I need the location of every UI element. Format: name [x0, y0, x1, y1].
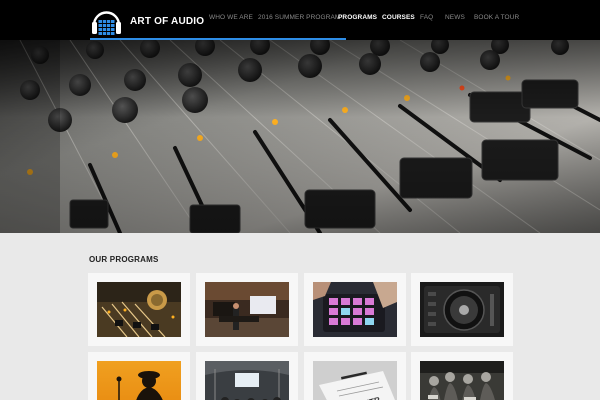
nav-courses[interactable]: COURSES — [382, 14, 415, 21]
program-card-studio[interactable] — [196, 273, 298, 346]
nav-faq[interactable]: FAQ — [420, 14, 433, 21]
nav-book-a-tour[interactable]: BOOK A TOUR — [474, 14, 519, 21]
logo[interactable]: ART OF AUDIO — [90, 3, 204, 40]
drum-pad-controller-photo-icon — [313, 282, 397, 337]
dj-turntable-photo-icon — [420, 282, 504, 337]
mixing-console-photo-icon — [97, 282, 181, 337]
program-card-performance[interactable] — [411, 352, 513, 400]
program-card-mixing[interactable] — [88, 273, 190, 346]
site-header: ART OF AUDIO WHO WE ARE 2016 SUMMER PROG… — [0, 0, 600, 40]
program-card-live-sound[interactable] — [196, 352, 298, 400]
live-venue-photo-icon — [205, 361, 289, 400]
contract-document-photo-icon: CONTR — [313, 361, 397, 400]
section-title-our-programs: OUR PROGRAMS — [89, 255, 159, 264]
band-crowd-photo-icon — [420, 361, 504, 400]
hero-mixing-console-image — [0, 40, 600, 233]
singer-silhouette-photo-icon — [97, 361, 181, 400]
headphones-logo-icon — [92, 11, 121, 35]
nav-who-we-are[interactable]: WHO WE ARE — [209, 14, 253, 21]
recording-studio-photo-icon — [205, 282, 289, 337]
program-card-production[interactable] — [304, 273, 406, 346]
brand-name: ART OF AUDIO — [130, 16, 205, 27]
mixing-console-illustration — [0, 40, 600, 233]
nav-news[interactable]: NEWS — [445, 14, 465, 21]
program-card-dj[interactable] — [411, 273, 513, 346]
nav-2016-summer-program[interactable]: 2016 SUMMER PROGRAM — [258, 14, 340, 21]
program-card-music-business[interactable]: CONTR — [304, 352, 406, 400]
nav-programs[interactable]: PROGRAMS — [338, 14, 377, 21]
program-card-vocals[interactable] — [88, 352, 190, 400]
